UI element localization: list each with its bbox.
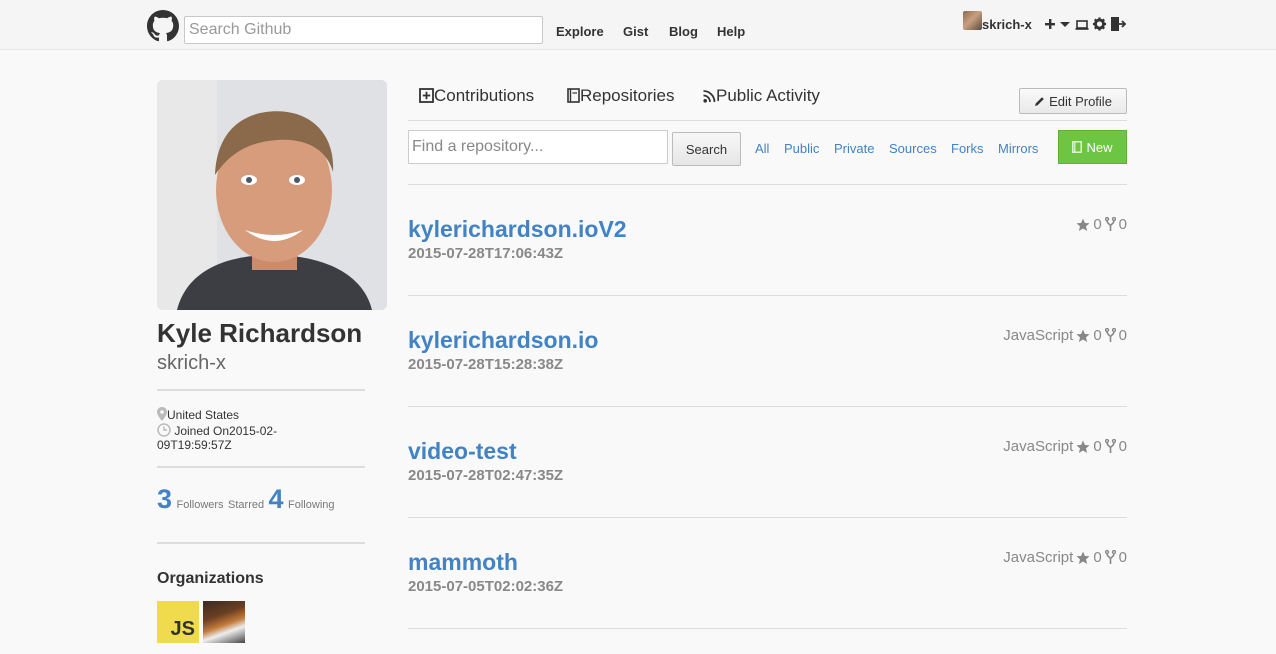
repo-stats: 0 0: [1073, 216, 1127, 233]
book-icon: [567, 88, 580, 103]
top-header: Explore Gist Blog Help skrich-x: [0, 0, 1276, 50]
fork-icon: [1104, 439, 1116, 453]
new-repository-button[interactable]: New: [1058, 130, 1127, 164]
tab-repositories[interactable]: Repositories: [567, 86, 675, 106]
repository-search-button[interactable]: Search: [672, 132, 741, 166]
repo-stats: JavaScript 0 0: [1003, 549, 1127, 566]
gear-icon[interactable]: [1092, 16, 1107, 32]
rss-icon: [703, 90, 716, 103]
repo-language: JavaScript: [1003, 549, 1074, 566]
divider: [408, 120, 1127, 121]
filter-mirrors[interactable]: Mirrors: [998, 141, 1038, 156]
book-icon: [1072, 141, 1083, 153]
repo-fork-count: 0: [1118, 438, 1127, 455]
org-avatar[interactable]: [203, 601, 245, 643]
user-avatar[interactable]: [963, 11, 982, 30]
filter-sources[interactable]: Sources: [889, 141, 937, 156]
star-icon: [1076, 329, 1090, 342]
profile-login: skrich-x: [157, 352, 226, 374]
tab-contributions-label: Contributions: [434, 86, 535, 105]
nav-blog[interactable]: Blog: [669, 24, 698, 39]
repo-fork-count: 0: [1118, 549, 1127, 566]
following-count[interactable]: 4: [269, 484, 284, 514]
fork-icon: [1104, 328, 1116, 342]
repo-date: 2015-07-05T02:02:36Z: [408, 578, 564, 595]
global-search-input[interactable]: [184, 16, 543, 44]
org-javascript-avatar[interactable]: JS: [157, 601, 199, 643]
repo-star-count: 0: [1093, 549, 1102, 566]
tab-repositories-label: Repositories: [580, 86, 675, 105]
nav-help[interactable]: Help: [717, 24, 745, 39]
repo-name-link[interactable]: kylerichardson.io: [408, 327, 598, 354]
location-text: United States: [167, 408, 240, 422]
header-username[interactable]: skrich-x: [982, 17, 1032, 32]
org-js-label: JS: [170, 618, 195, 640]
profile-stats: 3 Followers Starred 4 Following: [157, 484, 335, 515]
pencil-icon: [1035, 96, 1044, 106]
sign-out-icon[interactable]: [1110, 16, 1127, 32]
repo-star-count: 0: [1093, 438, 1102, 455]
location-pin-icon: [157, 407, 167, 421]
repo-fork-count: 0: [1118, 216, 1127, 233]
filter-private[interactable]: Private: [834, 141, 874, 156]
divider: [157, 389, 365, 391]
starred-label[interactable]: Starred: [228, 499, 264, 511]
divider: [408, 517, 1127, 518]
repo-name-link[interactable]: mammoth: [408, 549, 518, 576]
repo-date: 2015-07-28T02:47:35Z: [408, 467, 564, 484]
joined-line-2: 09T19:59:57Z: [157, 438, 232, 452]
followers-label[interactable]: Followers: [176, 499, 223, 511]
fork-icon: [1104, 217, 1116, 231]
nav-gist[interactable]: Gist: [623, 24, 648, 39]
plus-square-icon: [419, 88, 434, 103]
github-logo-icon[interactable]: [147, 10, 179, 42]
star-icon: [1076, 218, 1090, 231]
repo-stats: JavaScript 0 0: [1003, 327, 1127, 344]
organizations-title: Organizations: [157, 570, 264, 587]
repo-star-count: 0: [1093, 216, 1102, 233]
monitor-icon[interactable]: [1075, 16, 1089, 32]
star-icon: [1076, 551, 1090, 564]
joined-line-1: Joined On2015-02-: [174, 424, 278, 438]
caret-down-icon[interactable]: [1059, 16, 1071, 32]
repo-language: JavaScript: [1003, 327, 1074, 344]
divider: [408, 184, 1127, 185]
plus-icon[interactable]: [1044, 16, 1056, 32]
filter-public[interactable]: Public: [784, 141, 819, 156]
repo-name-link[interactable]: video-test: [408, 438, 517, 465]
star-icon: [1076, 440, 1090, 453]
filter-forks[interactable]: Forks: [951, 141, 984, 156]
profile-joined: Joined On2015-02-: [157, 423, 277, 439]
divider: [157, 466, 365, 468]
tab-public-activity-label: Public Activity: [716, 86, 820, 105]
profile-full-name: Kyle Richardson: [157, 318, 363, 348]
fork-icon: [1104, 550, 1116, 564]
profile-location: United States: [157, 407, 239, 423]
tab-contributions[interactable]: Contributions: [419, 86, 534, 106]
clock-icon: [157, 423, 171, 437]
new-repository-label: New: [1086, 139, 1113, 155]
repo-star-count: 0: [1093, 327, 1102, 344]
edit-profile-button[interactable]: Edit Profile: [1019, 88, 1127, 114]
following-label[interactable]: Following: [288, 499, 334, 511]
profile-avatar: [157, 80, 387, 310]
divider: [408, 406, 1127, 407]
tab-public-activity[interactable]: Public Activity: [703, 86, 820, 106]
divider: [408, 628, 1127, 629]
edit-profile-label: Edit Profile: [1049, 93, 1112, 109]
repository-filter-input[interactable]: [408, 130, 668, 164]
repo-name-link[interactable]: kylerichardson.ioV2: [408, 216, 627, 243]
repo-stats: JavaScript 0 0: [1003, 438, 1127, 455]
repo-date: 2015-07-28T17:06:43Z: [408, 245, 564, 262]
followers-count[interactable]: 3: [157, 484, 172, 514]
nav-explore[interactable]: Explore: [556, 24, 604, 39]
repo-fork-count: 0: [1118, 327, 1127, 344]
divider: [408, 295, 1127, 296]
filter-all[interactable]: All: [755, 141, 769, 156]
divider: [157, 542, 365, 544]
repo-language: JavaScript: [1003, 438, 1074, 455]
repo-date: 2015-07-28T15:28:38Z: [408, 356, 564, 373]
